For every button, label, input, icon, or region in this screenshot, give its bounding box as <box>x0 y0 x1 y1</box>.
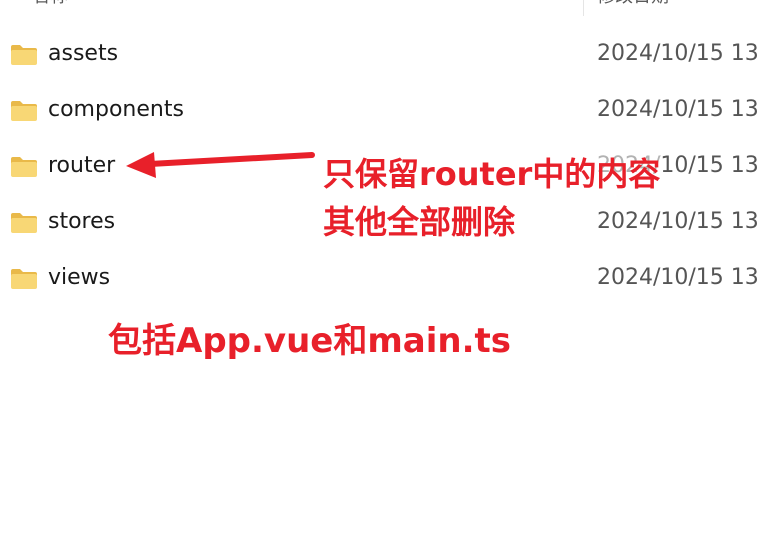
annotation-keep-router: 只保留router中的内容 <box>323 152 661 196</box>
file-name: components <box>48 97 184 122</box>
file-name: router <box>48 153 116 178</box>
annotation-include-files: 包括App.vue和main.ts <box>108 321 511 361</box>
file-name: stores <box>48 209 116 234</box>
file-row-components[interactable]: components 2024/10/15 13 <box>0 88 764 132</box>
file-date: 2024/10/15 13 <box>597 41 759 66</box>
column-header-name[interactable]: 名称 <box>32 0 68 10</box>
file-name: assets <box>48 41 119 66</box>
folder-icon <box>11 45 37 65</box>
file-row-assets[interactable]: assets 2024/10/15 13 <box>0 32 764 76</box>
folder-icon <box>11 157 37 177</box>
file-name: views <box>48 265 111 290</box>
file-date: 2024/10/15 13 <box>597 97 759 122</box>
folder-icon <box>11 269 37 289</box>
column-header-date[interactable]: 修改日期 <box>597 0 669 10</box>
file-row-views[interactable]: views 2024/10/15 13 <box>0 256 764 300</box>
file-explorer-view: 名称 修改日期 assets 2024/10/15 13 components … <box>0 0 764 546</box>
column-header: 名称 修改日期 <box>0 0 764 16</box>
annotation-delete-others: 其他全部删除 <box>323 203 516 241</box>
file-date: 2024/10/15 13 <box>597 209 759 234</box>
folder-icon <box>11 213 37 233</box>
column-divider[interactable] <box>583 0 584 16</box>
file-date: 2024/10/15 13 <box>597 265 759 290</box>
folder-icon <box>11 101 37 121</box>
